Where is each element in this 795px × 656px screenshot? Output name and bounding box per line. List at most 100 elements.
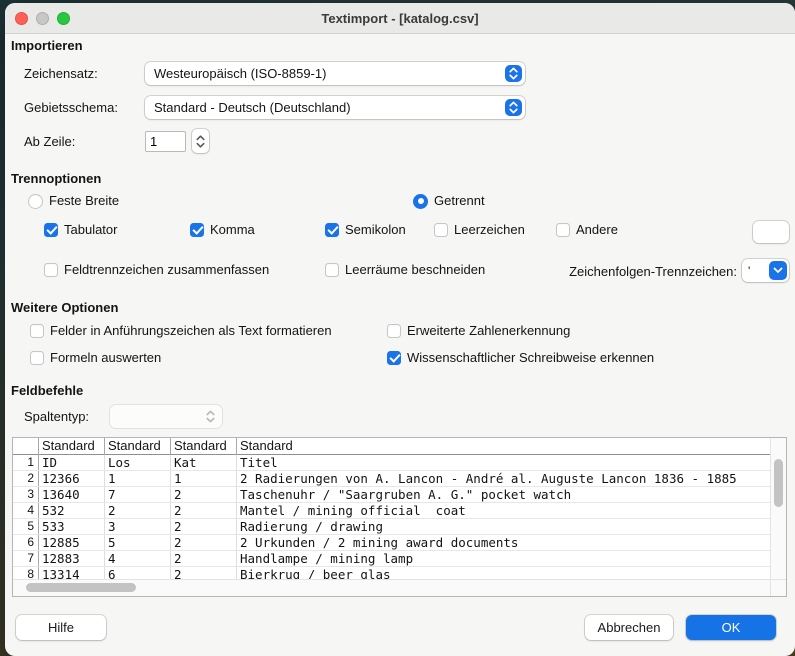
table-row[interactable]: 3 13640 7 2 Taschenuhr / "Saargruben A. … bbox=[13, 487, 770, 503]
table-row[interactable]: 6 12885 5 2 2 Urkunden / 2 mining award … bbox=[13, 535, 770, 551]
row-cell[interactable]: 6 bbox=[105, 567, 171, 579]
row-cell[interactable]: 12885 bbox=[39, 535, 105, 550]
checkbox-label[interactable]: Formeln auswerten bbox=[50, 350, 161, 366]
checkbox-evaluate-formulas[interactable]: Formeln auswerten bbox=[30, 350, 161, 366]
checkbox-label[interactable]: Leerräume beschneiden bbox=[345, 262, 485, 278]
fixed-width-radio[interactable]: Feste Breite bbox=[28, 193, 119, 209]
row-cell[interactable]: Mantel / mining official coat bbox=[237, 503, 770, 518]
row-cell[interactable]: 12883 bbox=[39, 551, 105, 566]
help-button[interactable]: Hilfe bbox=[16, 615, 106, 640]
row-cell[interactable]: 532 bbox=[39, 503, 105, 518]
checkbox-label[interactable]: Wissenschaftlicher Schreibweise erkennen bbox=[407, 350, 654, 366]
table-row[interactable]: 8 13314 6 2 Bierkrug / beer glas bbox=[13, 567, 770, 579]
checkbox-semikolon[interactable]: Semikolon bbox=[325, 222, 406, 238]
checkbox-andere[interactable]: Andere bbox=[556, 222, 618, 238]
radio-icon[interactable] bbox=[413, 194, 428, 209]
column-header[interactable]: Standard bbox=[105, 438, 171, 455]
checkbox-icon[interactable] bbox=[325, 263, 339, 277]
locale-select[interactable]: Standard - Deutsch (Deutschland) bbox=[145, 96, 525, 119]
from-row-spinner[interactable] bbox=[192, 129, 209, 153]
row-cell[interactable]: Radierung / drawing bbox=[237, 519, 770, 534]
fixed-width-label[interactable]: Feste Breite bbox=[49, 193, 119, 209]
checkbox-icon[interactable] bbox=[30, 351, 44, 365]
separated-radio[interactable]: Getrennt bbox=[413, 193, 485, 209]
checkbox-icon[interactable] bbox=[387, 324, 401, 338]
row-cell[interactable]: 2 bbox=[171, 503, 237, 518]
row-cell[interactable]: 2 bbox=[171, 535, 237, 550]
row-cell[interactable]: ID bbox=[39, 455, 105, 470]
row-cell[interactable]: 5 bbox=[105, 535, 171, 550]
from-row-input[interactable] bbox=[145, 131, 186, 152]
column-type-select[interactable] bbox=[110, 405, 222, 428]
checkbox-merge-delimiters[interactable]: Feldtrennzeichen zusammenfassen bbox=[44, 262, 269, 278]
title-bar[interactable]: Textimport - [katalog.csv] bbox=[5, 3, 795, 34]
row-cell[interactable]: Handlampe / mining lamp bbox=[237, 551, 770, 566]
column-header[interactable]: Standard bbox=[237, 438, 770, 455]
checkbox-special-numbers[interactable]: Erweiterte Zahlenerkennung bbox=[387, 323, 570, 339]
row-cell[interactable]: 2 bbox=[171, 551, 237, 566]
column-header[interactable]: Standard bbox=[171, 438, 237, 455]
radio-icon[interactable] bbox=[28, 194, 43, 209]
row-cell[interactable]: Taschenuhr / "Saargruben A. G." pocket w… bbox=[237, 487, 770, 502]
row-cell[interactable]: Titel bbox=[237, 455, 770, 470]
row-cell[interactable]: 2 bbox=[171, 567, 237, 579]
checkbox-label[interactable]: Komma bbox=[210, 222, 255, 238]
checkbox-icon[interactable] bbox=[325, 223, 339, 237]
row-cell[interactable]: Los bbox=[105, 455, 171, 470]
row-cell[interactable]: 1 bbox=[171, 471, 237, 486]
row-cell[interactable]: 2 Radierungen von A. Lancon - André al. … bbox=[237, 471, 770, 486]
row-cell[interactable]: 13640 bbox=[39, 487, 105, 502]
table-row[interactable]: 4 532 2 2 Mantel / mining official coat bbox=[13, 503, 770, 519]
row-cell[interactable]: Kat bbox=[171, 455, 237, 470]
close-icon[interactable] bbox=[15, 12, 28, 25]
checkbox-icon[interactable] bbox=[30, 324, 44, 338]
row-cell[interactable]: 2 bbox=[171, 487, 237, 502]
row-cell[interactable]: 2 bbox=[105, 503, 171, 518]
charset-select[interactable]: Westeuropäisch (ISO-8859-1) bbox=[145, 62, 525, 85]
checkbox-tabulator[interactable]: Tabulator bbox=[44, 222, 117, 238]
checkbox-scientific-notation[interactable]: Wissenschaftlicher Schreibweise erkennen bbox=[387, 350, 654, 366]
row-cell[interactable]: 13314 bbox=[39, 567, 105, 579]
checkbox-icon[interactable] bbox=[434, 223, 448, 237]
horizontal-scrollbar-thumb[interactable] bbox=[26, 583, 136, 592]
ok-button[interactable]: OK bbox=[686, 615, 776, 640]
column-header[interactable]: Standard bbox=[39, 438, 105, 455]
checkbox-quoted-as-text[interactable]: Felder in Anführungszeichen als Text for… bbox=[30, 323, 332, 339]
cancel-button[interactable]: Abbrechen bbox=[585, 615, 673, 640]
checkbox-label[interactable]: Semikolon bbox=[345, 222, 406, 238]
zoom-icon[interactable] bbox=[57, 12, 70, 25]
checkbox-icon[interactable] bbox=[44, 223, 58, 237]
row-cell[interactable]: 2 bbox=[171, 519, 237, 534]
table-row[interactable]: 1 ID Los Kat Titel bbox=[13, 455, 770, 471]
checkbox-label[interactable]: Tabulator bbox=[64, 222, 117, 238]
checkbox-label[interactable]: Leerzeichen bbox=[454, 222, 525, 238]
checkbox-icon[interactable] bbox=[387, 351, 401, 365]
other-separator-input[interactable] bbox=[753, 221, 789, 243]
checkbox-icon[interactable] bbox=[190, 223, 204, 237]
row-cell[interactable]: 12366 bbox=[39, 471, 105, 486]
checkbox-trim-spaces[interactable]: Leerräume beschneiden bbox=[325, 262, 485, 278]
checkbox-leerzeichen[interactable]: Leerzeichen bbox=[434, 222, 525, 238]
vertical-scrollbar-thumb[interactable] bbox=[774, 459, 783, 507]
checkbox-icon[interactable] bbox=[44, 263, 58, 277]
checkbox-icon[interactable] bbox=[556, 223, 570, 237]
separated-label[interactable]: Getrennt bbox=[434, 193, 485, 209]
row-cell[interactable]: 4 bbox=[105, 551, 171, 566]
row-cell[interactable]: 3 bbox=[105, 519, 171, 534]
table-row[interactable]: 5 533 3 2 Radierung / drawing bbox=[13, 519, 770, 535]
checkbox-label[interactable]: Felder in Anführungszeichen als Text for… bbox=[50, 323, 332, 339]
checkbox-label[interactable]: Andere bbox=[576, 222, 618, 238]
row-cell[interactable]: 533 bbox=[39, 519, 105, 534]
vertical-scrollbar[interactable] bbox=[770, 438, 786, 579]
checkbox-label[interactable]: Erweiterte Zahlenerkennung bbox=[407, 323, 570, 339]
string-delimiter-combo[interactable]: ' bbox=[742, 259, 789, 282]
row-cell[interactable]: 7 bbox=[105, 487, 171, 502]
checkbox-label[interactable]: Feldtrennzeichen zusammenfassen bbox=[64, 262, 269, 278]
horizontal-scrollbar[interactable] bbox=[13, 579, 770, 596]
table-row[interactable]: 2 12366 1 1 2 Radierungen von A. Lancon … bbox=[13, 471, 770, 487]
table-row[interactable]: 7 12883 4 2 Handlampe / mining lamp bbox=[13, 551, 770, 567]
row-cell[interactable]: 2 Urkunden / 2 mining award documents bbox=[237, 535, 770, 550]
checkbox-komma[interactable]: Komma bbox=[190, 222, 255, 238]
row-cell[interactable]: Bierkrug / beer glas bbox=[237, 567, 770, 579]
row-cell[interactable]: 1 bbox=[105, 471, 171, 486]
